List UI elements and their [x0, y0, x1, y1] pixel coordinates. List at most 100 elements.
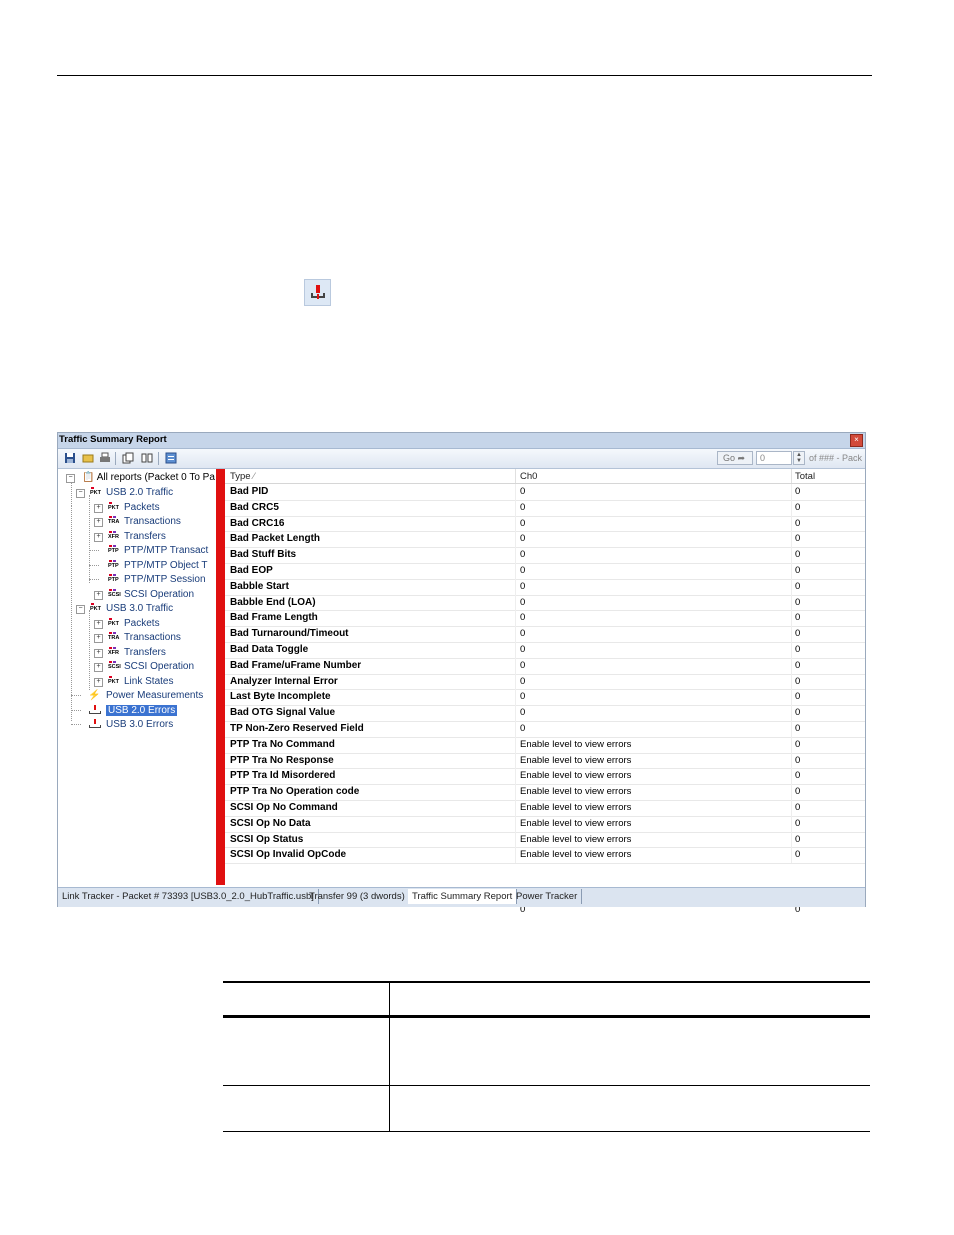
- xfr-icon: XFR: [106, 530, 122, 542]
- expand-icon[interactable]: +: [94, 591, 103, 600]
- tree-item[interactable]: + SCSI SCSI Operation: [94, 588, 194, 601]
- table-row[interactable]: Bad Stuff Bits 0 0: [225, 547, 865, 564]
- report-settings-icon[interactable]: [165, 452, 177, 464]
- tree-item[interactable]: PTP PTP/MTP Object T: [89, 559, 208, 572]
- row-ch0-cell: Enable level to view errors: [520, 754, 632, 766]
- table-row[interactable]: TP Non-Zero Reserved Field 0 0: [225, 721, 865, 738]
- tree-item[interactable]: + PKT Packets: [94, 617, 160, 630]
- table-row[interactable]: Babble Start 0 0: [225, 578, 865, 596]
- page-of-label: of ### - Pack: [809, 453, 863, 463]
- table-row[interactable]: Bad OTG Signal Value 0 0: [225, 705, 865, 722]
- column-header-ch0[interactable]: Ch0: [520, 471, 537, 482]
- expand-icon[interactable]: +: [94, 678, 103, 687]
- tree-item[interactable]: + SCSI SCSI Operation: [94, 660, 194, 673]
- row-ch0-cell: 0: [520, 580, 526, 592]
- tra-icon: TRA: [106, 515, 122, 527]
- table-row[interactable]: Bad CRC16 0 0: [225, 515, 865, 533]
- tree-item[interactable]: − PKT USB 2.0 Traffic: [76, 486, 173, 499]
- tab-2[interactable]: Transfer 99 (3 dwords): [305, 889, 410, 904]
- table-row[interactable]: PTP Tra No Operation code Enable level to…: [225, 784, 865, 801]
- expand-icon[interactable]: +: [94, 504, 103, 513]
- expand-icon[interactable]: +: [94, 533, 103, 542]
- row-total-cell: 0: [795, 786, 801, 798]
- tree-item[interactable]: + TRA Transactions: [94, 515, 181, 528]
- split-view-icon[interactable]: [141, 452, 153, 464]
- row-ch0-cell: Enable level to view errors: [520, 770, 632, 782]
- cell-divider: [515, 784, 516, 801]
- table-row[interactable]: SCSI Op Invalid OpCode Enable level to vi…: [225, 847, 865, 865]
- table-row[interactable]: Bad PID 0 0: [225, 484, 865, 501]
- collapse-icon[interactable]: −: [76, 489, 85, 498]
- table-row[interactable]: Analyzer Internal Error 0 0: [225, 673, 865, 691]
- tree-root[interactable]: − 📋 All reports (Packet 0 To Pa: [66, 471, 215, 484]
- table-row[interactable]: Bad Packet Length 0 0: [225, 531, 865, 549]
- tab-1[interactable]: Link Tracker - Packet # 73393 [USB3.0_2.…: [58, 889, 319, 904]
- table-row[interactable]: PTP Tra No Response Enable level to view …: [225, 752, 865, 770]
- tree-item[interactable]: + XFR Transfers: [94, 646, 166, 659]
- tree-item-label: PTP/MTP Transact: [124, 545, 209, 556]
- table-row[interactable]: Bad Turnaround/Timeout 0 0: [225, 626, 865, 643]
- table-row[interactable]: Bad Frame Length 0 0: [225, 610, 865, 628]
- tree-item[interactable]: USB 3.0 Errors: [71, 718, 173, 731]
- cell-divider: [515, 547, 516, 564]
- collapse-icon[interactable]: −: [76, 605, 85, 614]
- table-row[interactable]: PTP Tra No Command Enable level to view e…: [225, 736, 865, 754]
- cell-divider: [791, 547, 792, 564]
- table-row[interactable]: SCSI Op No Data Enable level to view erro…: [225, 815, 865, 833]
- tree-item[interactable]: + XFR Transfers: [94, 530, 166, 543]
- table-row[interactable]: Bad CRC5 0 0: [225, 499, 865, 517]
- table-row[interactable]: Bad Frame/uFrame Number 0 0: [225, 657, 865, 675]
- tab-3[interactable]: Traffic Summary Report: [408, 889, 518, 904]
- tree-item[interactable]: PTP PTP/MTP Session: [89, 573, 206, 586]
- go-button[interactable]: Go ➦: [717, 451, 753, 465]
- tree-item[interactable]: USB 2.0 Errors: [71, 704, 178, 717]
- column-header-type[interactable]: Type ⁄: [230, 471, 255, 482]
- table-row[interactable]: Bad Data Toggle 0 0: [225, 642, 865, 659]
- row-total-cell: 0: [795, 849, 801, 861]
- tree-item[interactable]: PTP PTP/MTP Transact: [89, 544, 209, 557]
- row-total-cell: 0: [795, 833, 801, 845]
- cell-divider: [515, 642, 516, 658]
- column-separator[interactable]: [515, 469, 516, 483]
- row-type-cell: Bad Frame/uFrame Number: [230, 659, 362, 671]
- page-spinner[interactable]: ▲ ▼: [793, 451, 805, 465]
- table-row[interactable]: SCSI Op No Command Enable level to view e…: [225, 800, 865, 817]
- expand-icon[interactable]: +: [94, 634, 103, 643]
- tree-item[interactable]: + PKT Link States: [94, 675, 173, 688]
- report-toolbar: Go ➦ 0 ▲ ▼ of ### - Pack: [58, 449, 865, 469]
- save-icon[interactable]: [64, 452, 76, 464]
- tree-item[interactable]: ⚡ Power Measurements: [71, 689, 203, 702]
- cell-divider: [515, 831, 516, 848]
- close-icon[interactable]: ×: [850, 434, 863, 447]
- row-total-cell: 0: [795, 596, 801, 608]
- expand-icon[interactable]: +: [94, 620, 103, 629]
- column-separator[interactable]: [791, 469, 792, 483]
- table-row[interactable]: SCSI Op Status Enable level to view error…: [225, 831, 865, 849]
- table-row[interactable]: Last Byte Incomplete 0 0: [225, 689, 865, 707]
- table-row[interactable]: Babble End (LOA) 0 0: [225, 594, 865, 612]
- tree-item-label: Packets: [124, 618, 160, 629]
- row-ch0-cell: 0: [520, 486, 526, 497]
- tab-4[interactable]: Power Tracker: [512, 889, 583, 904]
- tree-item[interactable]: − PKT USB 3.0 Traffic: [76, 602, 173, 615]
- page-number-input[interactable]: 0: [756, 451, 792, 465]
- column-header-total[interactable]: Total: [795, 471, 815, 482]
- open-folder-icon[interactable]: [82, 452, 94, 464]
- expand-icon[interactable]: +: [94, 649, 103, 658]
- collapse-icon[interactable]: −: [66, 474, 75, 483]
- expand-icon[interactable]: +: [94, 663, 103, 672]
- cell-divider: [515, 768, 516, 785]
- tree-item[interactable]: + TRA Transactions: [94, 631, 181, 644]
- copy-report-icon[interactable]: [122, 452, 134, 464]
- pkt-icon: PKT: [88, 486, 104, 498]
- row-ch0-cell: 0: [520, 565, 526, 576]
- tree-item[interactable]: + PKT Packets: [94, 501, 160, 514]
- expand-icon[interactable]: +: [94, 518, 103, 527]
- usb-errors-toolbar-button[interactable]: [304, 279, 331, 306]
- spin-down-icon[interactable]: ▼: [796, 458, 802, 464]
- row-type-cell: SCSI Op No Command: [230, 802, 338, 813]
- row-ch0-cell: Enable level to view errors: [520, 738, 632, 750]
- table-row[interactable]: Bad EOP 0 0: [225, 563, 865, 580]
- print-icon[interactable]: [99, 452, 111, 464]
- table-row[interactable]: PTP Tra Id Misordered Enable level to vie…: [225, 768, 865, 786]
